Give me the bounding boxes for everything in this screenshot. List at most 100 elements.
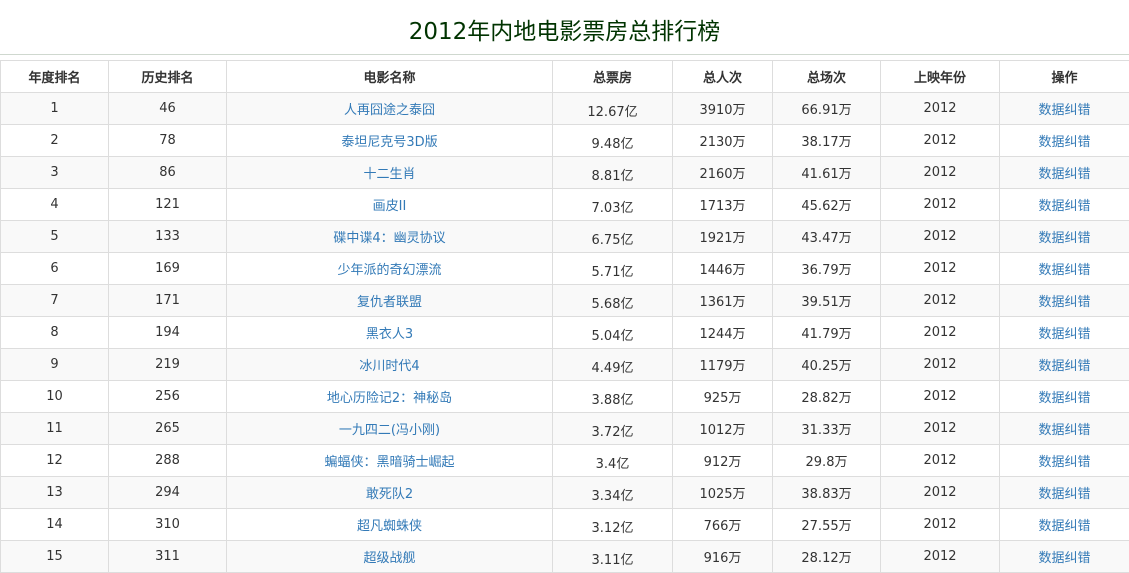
box-office-value: 5.71亿 [592, 261, 634, 280]
movie-link[interactable]: 碟中谍4：幽灵协议 [333, 231, 445, 246]
historical-rank-cell: 46 [109, 93, 227, 125]
annual-rank-cell: 13 [1, 477, 109, 509]
annual-rank-cell: 6 [1, 253, 109, 285]
historical-rank-cell: 256 [109, 381, 227, 413]
movie-name-cell: 泰坦尼克号3D版 [227, 125, 553, 157]
header-release-year: 上映年份 [881, 61, 1000, 93]
table-row: 14310超凡蜘蛛侠3.12亿766万27.55万2012数据纠错 [1, 509, 1129, 541]
table-row: 13294敢死队23.34亿1025万38.83万2012数据纠错 [1, 477, 1129, 509]
admissions-cell: 2160万 [673, 157, 773, 189]
data-correction-link[interactable]: 数据纠错 [1038, 231, 1090, 246]
box-office-value: 4.49亿 [592, 357, 634, 376]
data-correction-link[interactable]: 数据纠错 [1038, 135, 1090, 150]
admissions-cell: 1179万 [673, 349, 773, 381]
data-correction-link[interactable]: 数据纠错 [1038, 295, 1090, 310]
historical-rank-cell: 121 [109, 189, 227, 221]
table-row: 386十二生肖8.81亿2160万41.61万2012数据纠错 [1, 157, 1129, 189]
release-year-cell: 2012 [881, 541, 1000, 573]
table-row: 7171复仇者联盟5.68亿1361万39.51万2012数据纠错 [1, 285, 1129, 317]
action-cell: 数据纠错 [1000, 381, 1129, 413]
annual-rank-cell: 15 [1, 541, 109, 573]
data-correction-link[interactable]: 数据纠错 [1038, 359, 1090, 374]
data-correction-link[interactable]: 数据纠错 [1038, 327, 1090, 342]
table-row: 6169少年派的奇幻漂流5.71亿1446万36.79万2012数据纠错 [1, 253, 1129, 285]
movie-link[interactable]: 复仇者联盟 [357, 295, 422, 310]
table-row: 10256地心历险记2：神秘岛3.88亿925万28.82万2012数据纠错 [1, 381, 1129, 413]
admissions-cell: 1244万 [673, 317, 773, 349]
table-header-row: 年度排名 历史排名 电影名称 总票房 总人次 总场次 上映年份 操作 [1, 61, 1129, 93]
action-cell: 数据纠错 [1000, 221, 1129, 253]
page: 2012年内地电影票房总排行榜 年度排名 历史排名 电影名称 总票房 总人次 总… [0, 0, 1129, 570]
data-correction-link[interactable]: 数据纠错 [1038, 263, 1090, 278]
movie-link[interactable]: 敢死队2 [366, 487, 413, 502]
release-year-cell: 2012 [881, 285, 1000, 317]
data-correction-link[interactable]: 数据纠错 [1038, 103, 1090, 118]
movie-link[interactable]: 泰坦尼克号3D版 [341, 135, 437, 150]
header-movie-name: 电影名称 [227, 61, 553, 93]
box-office-cell: 5.71亿 [553, 253, 673, 285]
table-row: 15311超级战舰3.11亿916万28.12万2012数据纠错 [1, 541, 1129, 573]
release-year-cell: 2012 [881, 221, 1000, 253]
table-row: 8194黑衣人35.04亿1244万41.79万2012数据纠错 [1, 317, 1129, 349]
movie-link[interactable]: 冰川时代4 [359, 359, 419, 374]
admissions-cell: 1361万 [673, 285, 773, 317]
box-office-cell: 3.88亿 [553, 381, 673, 413]
movie-link[interactable]: 人再囧途之泰囧 [344, 103, 435, 118]
movie-link[interactable]: 黑衣人3 [366, 327, 413, 342]
movie-name-cell: 十二生肖 [227, 157, 553, 189]
admissions-cell: 925万 [673, 381, 773, 413]
box-office-value: 7.03亿 [592, 197, 634, 216]
action-cell: 数据纠错 [1000, 253, 1129, 285]
box-office-cell: 12.67亿 [553, 93, 673, 125]
data-correction-link[interactable]: 数据纠错 [1038, 487, 1090, 502]
shows-cell: 28.82万 [773, 381, 881, 413]
movie-link[interactable]: 超凡蜘蛛侠 [357, 519, 422, 534]
shows-cell: 31.33万 [773, 413, 881, 445]
table-body: 146人再囧途之泰囧12.67亿3910万66.91万2012数据纠错278泰坦… [1, 93, 1129, 573]
historical-rank-cell: 133 [109, 221, 227, 253]
table-row: 278泰坦尼克号3D版9.48亿2130万38.17万2012数据纠错 [1, 125, 1129, 157]
admissions-cell: 2130万 [673, 125, 773, 157]
movie-name-cell: 少年派的奇幻漂流 [227, 253, 553, 285]
movie-link[interactable]: 地心历险记2：神秘岛 [327, 391, 452, 406]
movie-link[interactable]: 十二生肖 [363, 167, 415, 182]
box-office-cell: 6.75亿 [553, 221, 673, 253]
data-correction-link[interactable]: 数据纠错 [1038, 391, 1090, 406]
release-year-cell: 2012 [881, 317, 1000, 349]
movie-name-cell: 冰川时代4 [227, 349, 553, 381]
shows-cell: 38.17万 [773, 125, 881, 157]
box-office-cell: 4.49亿 [553, 349, 673, 381]
box-office-cell: 9.48亿 [553, 125, 673, 157]
annual-rank-cell: 10 [1, 381, 109, 413]
annual-rank-cell: 7 [1, 285, 109, 317]
movie-link[interactable]: 一九四二(冯小刚) [339, 423, 440, 438]
action-cell: 数据纠错 [1000, 477, 1129, 509]
data-correction-link[interactable]: 数据纠错 [1038, 167, 1090, 182]
movie-link[interactable]: 蝙蝠侠：黑暗骑士崛起 [324, 455, 454, 470]
box-office-value: 3.34亿 [592, 485, 634, 504]
box-office-value: 3.72亿 [592, 421, 634, 440]
data-correction-link[interactable]: 数据纠错 [1038, 423, 1090, 438]
movie-link[interactable]: 超级战舰 [363, 551, 415, 566]
movie-link[interactable]: 少年派的奇幻漂流 [337, 263, 441, 278]
annual-rank-cell: 12 [1, 445, 109, 477]
data-correction-link[interactable]: 数据纠错 [1038, 199, 1090, 214]
box-office-cell: 7.03亿 [553, 189, 673, 221]
page-title: 2012年内地电影票房总排行榜 [0, 0, 1129, 55]
action-cell: 数据纠错 [1000, 349, 1129, 381]
admissions-cell: 1025万 [673, 477, 773, 509]
box-office-value: 9.48亿 [592, 133, 634, 152]
release-year-cell: 2012 [881, 477, 1000, 509]
action-cell: 数据纠错 [1000, 93, 1129, 125]
data-correction-link[interactable]: 数据纠错 [1038, 519, 1090, 534]
header-annual-rank: 年度排名 [1, 61, 109, 93]
admissions-cell: 1012万 [673, 413, 773, 445]
box-office-cell: 5.68亿 [553, 285, 673, 317]
release-year-cell: 2012 [881, 413, 1000, 445]
movie-link[interactable]: 画皮II [373, 199, 407, 214]
data-correction-link[interactable]: 数据纠错 [1038, 551, 1090, 566]
historical-rank-cell: 288 [109, 445, 227, 477]
data-correction-link[interactable]: 数据纠错 [1038, 455, 1090, 470]
annual-rank-cell: 14 [1, 509, 109, 541]
movie-name-cell: 复仇者联盟 [227, 285, 553, 317]
